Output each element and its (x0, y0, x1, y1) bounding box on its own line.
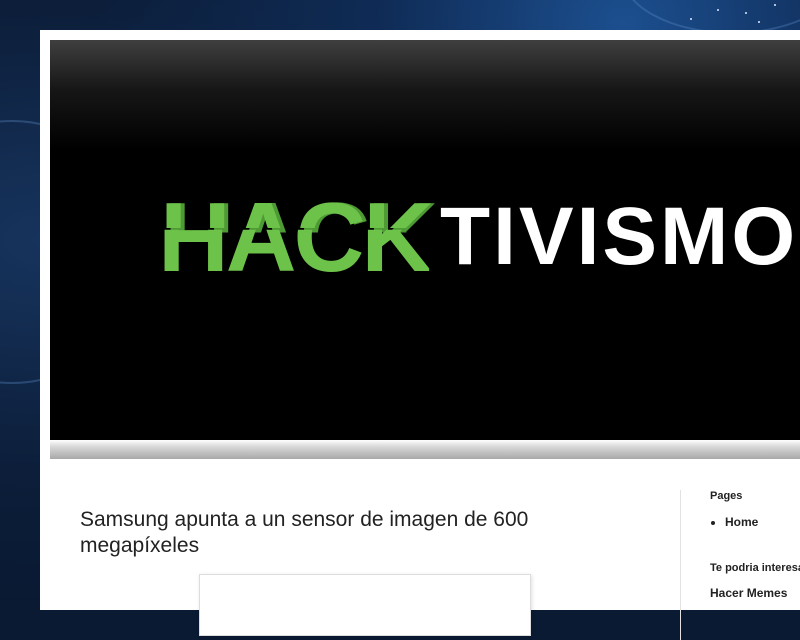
logo-hack-glitch: HACK HACK HACK (158, 192, 450, 282)
interest-widget-title: Te podria interesar (710, 562, 800, 574)
blog-header-banner[interactable]: HACK HACK HACK TIVISMO (50, 40, 800, 440)
pages-list: Home (710, 515, 758, 529)
post-title[interactable]: Samsung apunta a un sensor de imagen de … (80, 507, 580, 559)
logo-tivismo-text: TIVISMO (440, 191, 799, 282)
pages-list-item: Home (725, 515, 758, 529)
pages-widget-title: Pages (710, 490, 743, 502)
header-shelf (50, 440, 800, 459)
blog-container: HACK HACK HACK TIVISMO Samsung apunta a … (40, 30, 800, 640)
star (690, 18, 692, 20)
star (774, 4, 776, 6)
background-ring (620, 0, 800, 34)
post-image-frame (199, 574, 531, 636)
hacer-memes-link[interactable]: Hacer Memes (710, 586, 787, 600)
star (745, 12, 747, 14)
site-logo[interactable]: HACK HACK HACK TIVISMO (158, 191, 800, 283)
star (758, 21, 760, 23)
sidebar-divider (680, 490, 681, 640)
home-link[interactable]: Home (725, 515, 758, 529)
star (717, 9, 719, 11)
